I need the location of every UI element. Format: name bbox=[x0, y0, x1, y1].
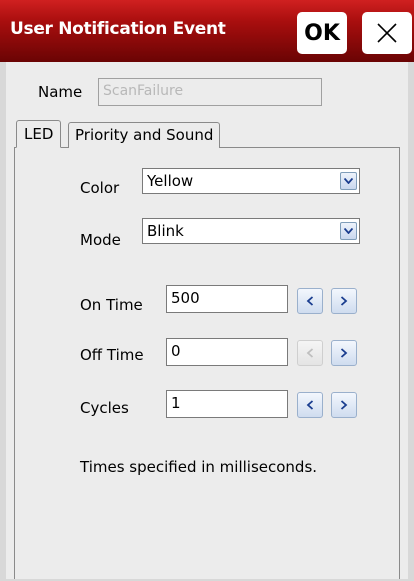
title-bar: User Notification Event OK bbox=[0, 0, 414, 62]
on-time-decrement-button[interactable] bbox=[297, 288, 323, 314]
window-title: User Notification Event bbox=[10, 19, 226, 39]
tab-led[interactable]: LED bbox=[16, 120, 62, 148]
color-label: Color bbox=[80, 179, 120, 197]
on-time-label: On Time bbox=[80, 296, 143, 314]
mode-dropdown-value: Blink bbox=[147, 222, 184, 240]
close-icon bbox=[377, 23, 397, 43]
cycles-label: Cycles bbox=[80, 399, 129, 417]
on-time-input[interactable]: 500 bbox=[166, 285, 288, 313]
chevron-down-icon[interactable] bbox=[340, 222, 357, 240]
chevron-left-icon bbox=[306, 348, 314, 358]
chevron-left-icon bbox=[306, 296, 314, 306]
color-dropdown-value: Yellow bbox=[147, 172, 194, 190]
on-time-increment-button[interactable] bbox=[331, 288, 357, 314]
mode-dropdown[interactable]: Blink bbox=[142, 218, 360, 244]
cycles-increment-button[interactable] bbox=[331, 392, 357, 418]
chevron-left-icon bbox=[306, 400, 314, 410]
chevron-right-icon bbox=[340, 296, 348, 306]
off-time-decrement-button bbox=[297, 340, 323, 366]
cycles-input[interactable]: 1 bbox=[166, 390, 288, 418]
chevron-down-icon[interactable] bbox=[340, 172, 357, 190]
off-time-input[interactable]: 0 bbox=[166, 338, 288, 366]
off-time-label: Off Time bbox=[80, 346, 144, 364]
name-label: Name bbox=[38, 83, 83, 101]
chevron-right-icon bbox=[340, 400, 348, 410]
ok-button[interactable]: OK bbox=[297, 12, 347, 54]
off-time-increment-button[interactable] bbox=[331, 340, 357, 366]
name-field: ScanFailure bbox=[98, 78, 322, 106]
close-button[interactable] bbox=[362, 12, 412, 54]
tab-priority-and-sound[interactable]: Priority and Sound bbox=[68, 122, 221, 148]
milliseconds-hint: Times specified in milliseconds. bbox=[80, 458, 318, 476]
color-dropdown[interactable]: Yellow bbox=[142, 168, 360, 194]
mode-label: Mode bbox=[80, 231, 121, 249]
cycles-decrement-button[interactable] bbox=[297, 392, 323, 418]
chevron-right-icon bbox=[340, 348, 348, 358]
